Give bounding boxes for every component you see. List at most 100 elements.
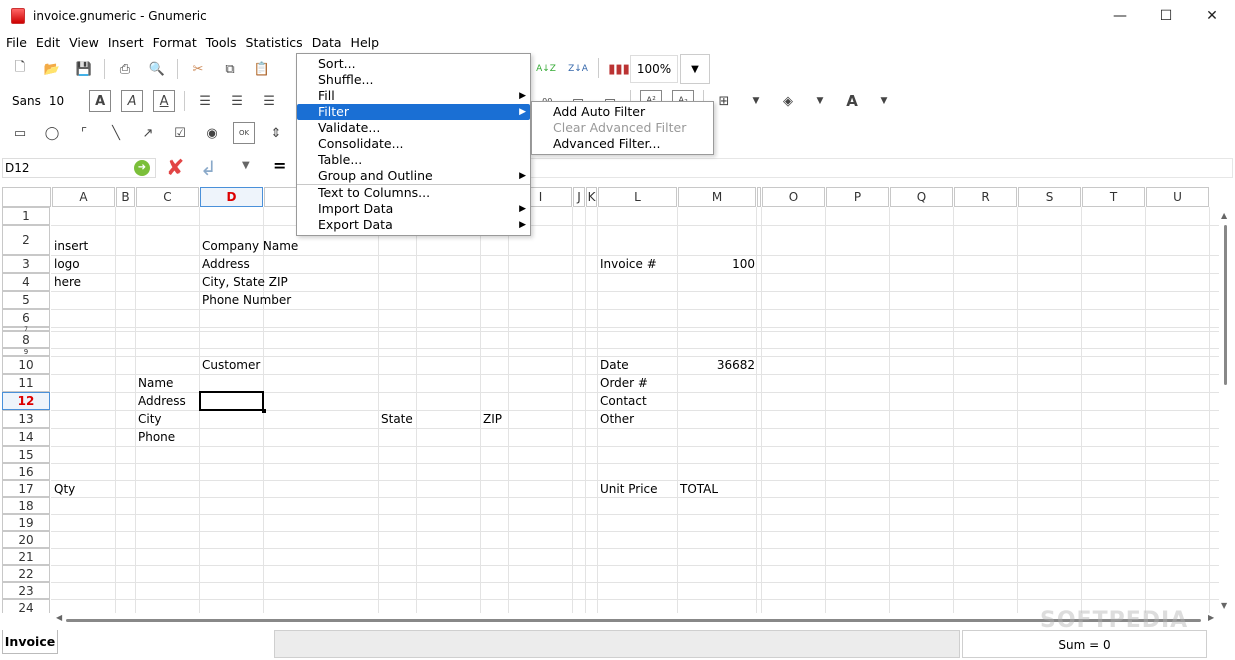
column-header-q[interactable]: Q <box>890 187 953 207</box>
spinner-tool-icon[interactable]: ⇕ <box>265 122 287 144</box>
column-header-t[interactable]: T <box>1082 187 1145 207</box>
scroll-right-icon[interactable]: ▶ <box>1208 613 1214 622</box>
cell-d4[interactable]: City, State ZIP <box>202 274 288 291</box>
menu-item-sort[interactable]: Sort... <box>297 56 530 72</box>
cell-c12[interactable]: Address <box>138 393 186 410</box>
column-header-r[interactable]: R <box>954 187 1017 207</box>
menu-statistics[interactable]: Statistics <box>243 35 306 50</box>
scroll-up-icon[interactable]: ▲ <box>1221 211 1227 220</box>
menu-item-import-data[interactable]: Import Data ▶ <box>297 201 530 217</box>
menu-item-fill[interactable]: Fill ▶ <box>297 88 530 104</box>
menu-item-filter[interactable]: Filter ▶ <box>297 104 530 120</box>
function-dropdown-icon[interactable]: ▼ <box>242 160 250 171</box>
menu-item-export-data[interactable]: Export Data ▶ <box>297 217 530 233</box>
cell-a3[interactable]: logo <box>54 256 80 273</box>
menu-item-shuffle[interactable]: Shuffle... <box>297 72 530 88</box>
goto-arrow-icon[interactable]: ➜ <box>134 160 150 176</box>
cell-l10[interactable]: Date <box>600 357 629 374</box>
line-tool-icon[interactable]: ╲ <box>105 122 127 144</box>
menu-item-advanced-filter[interactable]: Advanced Filter... <box>532 136 713 152</box>
paste-icon[interactable]: 📋 <box>251 58 273 80</box>
sort-descending-icon[interactable]: Z↓A <box>567 58 589 80</box>
font-size-field[interactable]: 10 <box>49 94 64 108</box>
cell-l3[interactable]: Invoice # <box>600 256 657 273</box>
font-color-dropdown-icon[interactable]: ▼ <box>873 90 895 112</box>
copy-icon[interactable]: ⧉ <box>219 58 241 80</box>
new-file-icon[interactable]: 🗋 <box>9 58 31 80</box>
cell-c13[interactable]: City <box>138 411 162 428</box>
column-header-k[interactable]: K <box>586 187 597 207</box>
column-header-l[interactable]: L <box>598 187 677 207</box>
row-header-8[interactable]: 8 <box>2 331 50 348</box>
cell-d5[interactable]: Phone Number <box>202 292 291 309</box>
menu-file[interactable]: File <box>3 35 30 50</box>
font-name-field[interactable]: Sans <box>12 94 41 108</box>
column-header-n[interactable]: N <box>757 187 761 207</box>
align-center-icon[interactable]: ☰ <box>226 90 248 112</box>
maximize-icon[interactable]: ☐ <box>1143 0 1189 31</box>
cell-m3[interactable]: 100 <box>680 256 755 273</box>
align-left-icon[interactable]: ☰ <box>194 90 216 112</box>
selected-cell-cursor[interactable] <box>199 391 266 413</box>
row-header-3[interactable]: 3 <box>2 255 50 273</box>
cell-a4[interactable]: here <box>54 274 81 291</box>
menu-item-validate[interactable]: Validate... <box>297 120 530 136</box>
row-header-24[interactable]: 24 <box>2 599 50 613</box>
menu-format[interactable]: Format <box>150 35 200 50</box>
row-header-16[interactable]: 16 <box>2 463 50 480</box>
row-header-12[interactable]: 12 <box>2 392 50 410</box>
chart-icon[interactable]: ▮▮▮ <box>608 58 630 80</box>
menu-item-text-to-columns[interactable]: Text to Columns... <box>297 185 530 201</box>
radio-tool-icon[interactable]: ◉ <box>201 122 223 144</box>
bold-icon[interactable]: A <box>89 90 112 112</box>
open-folder-icon[interactable]: 📂 <box>41 58 63 80</box>
menu-item-table[interactable]: Table... <box>297 152 530 168</box>
borders-icon[interactable]: ⊞ <box>713 90 735 112</box>
column-header-p[interactable]: P <box>826 187 889 207</box>
row-header-1[interactable]: 1 <box>2 207 50 225</box>
horizontal-scroll-thumb[interactable] <box>66 619 1201 622</box>
font-color-icon[interactable]: A <box>841 90 863 112</box>
cell-l12[interactable]: Contact <box>600 393 647 410</box>
menu-edit[interactable]: Edit <box>33 35 63 50</box>
fill-color-dropdown-icon[interactable]: ▼ <box>809 90 831 112</box>
column-header-d[interactable]: D <box>200 187 263 207</box>
menu-item-add-auto-filter[interactable]: Add Auto Filter <box>532 104 713 120</box>
cell-a17[interactable]: Qty <box>54 481 75 498</box>
zoom-input[interactable]: 100% <box>630 55 678 83</box>
row-header-23[interactable]: 23 <box>2 582 50 599</box>
column-header-b[interactable]: B <box>116 187 135 207</box>
cell-g13[interactable]: State <box>381 411 413 428</box>
row-header-18[interactable]: 18 <box>2 497 50 514</box>
vertical-scrollbar[interactable]: ▲ ▼ <box>1219 207 1233 613</box>
row-header-10[interactable]: 10 <box>2 356 50 374</box>
spreadsheet-grid[interactable]: A B C D E F G H I J K L M N O P Q R S T … <box>0 187 1219 613</box>
scroll-down-icon[interactable]: ▼ <box>1221 601 1227 610</box>
equals-icon[interactable]: = <box>273 156 286 175</box>
cell-l11[interactable]: Order # <box>600 375 648 392</box>
cell-d10[interactable]: Customer <box>202 357 260 374</box>
checkbox-tool-icon[interactable]: ☑ <box>169 122 191 144</box>
cell-c11[interactable]: Name <box>138 375 173 392</box>
close-icon[interactable]: ✕ <box>1189 0 1235 31</box>
arrow-tool-icon[interactable]: ↗ <box>137 122 159 144</box>
borders-dropdown-icon[interactable]: ▼ <box>745 90 767 112</box>
menu-view[interactable]: View <box>66 35 102 50</box>
cancel-edit-icon[interactable]: ✘ <box>166 156 184 181</box>
column-header-m[interactable]: M <box>678 187 756 207</box>
row-header-5[interactable]: 5 <box>2 291 50 309</box>
minimize-icon[interactable]: — <box>1097 0 1143 31</box>
accept-edit-icon[interactable]: ↲ <box>200 156 217 180</box>
column-header-u[interactable]: U <box>1146 187 1209 207</box>
column-header-s[interactable]: S <box>1018 187 1081 207</box>
print-preview-icon[interactable]: 🔍 <box>146 58 168 80</box>
menu-tools[interactable]: Tools <box>203 35 240 50</box>
column-header-j[interactable]: J <box>573 187 585 207</box>
cell-l17[interactable]: Unit Price <box>600 481 658 498</box>
row-header-20[interactable]: 20 <box>2 531 50 548</box>
row-header-13[interactable]: 13 <box>2 410 50 428</box>
menu-insert[interactable]: Insert <box>105 35 147 50</box>
align-right-icon[interactable]: ☰ <box>258 90 280 112</box>
frame-tool-icon[interactable]: ⌜ <box>73 122 95 144</box>
fill-color-icon[interactable]: ◈ <box>777 90 799 112</box>
